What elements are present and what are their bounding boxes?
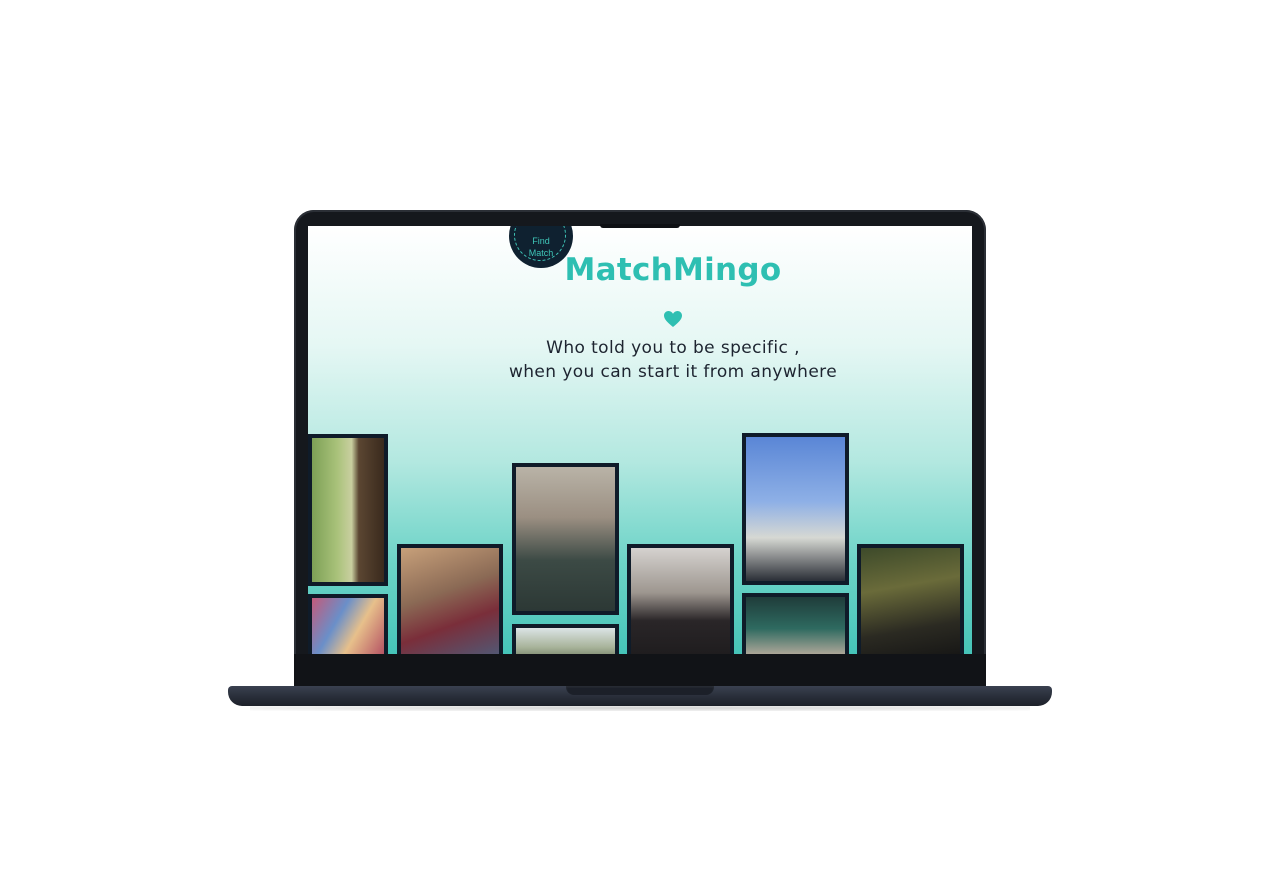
laptop-mockup: Find Match MatchMingo Who told you to be… [0,0,1280,896]
tagline: Who told you to be specific , when you c… [308,336,972,384]
website-screen: Find Match MatchMingo Who told you to be… [308,226,972,654]
tagline-line-2: when you can start it from anywhere [508,362,838,382]
gallery-photo[interactable] [857,544,964,654]
photo-image [401,548,499,654]
gallery-photo[interactable] [512,624,619,654]
camera-notch [600,224,680,228]
gallery-photo[interactable] [627,544,734,654]
photo-image [631,548,730,654]
gallery-photo[interactable] [308,434,388,586]
base-shadow [250,705,1030,711]
photo-image [516,628,615,654]
brand-title: MatchMingo [564,252,782,288]
gallery-photo[interactable] [308,594,388,654]
photo-image [861,548,960,654]
gallery-photo[interactable] [742,433,849,585]
trackpad-notch [566,686,714,695]
photo-image [312,438,384,582]
tagline-line-1: Who told you to be specific , [546,338,800,358]
photo-image [746,597,845,654]
gallery-photo[interactable] [512,463,619,615]
gallery-photo[interactable] [742,593,849,654]
photo-image [516,467,615,611]
gallery-photo[interactable] [397,544,503,654]
photo-image [312,598,384,654]
heart-icon [664,311,682,327]
photo-image [746,437,845,581]
screen-bezel [294,654,986,688]
